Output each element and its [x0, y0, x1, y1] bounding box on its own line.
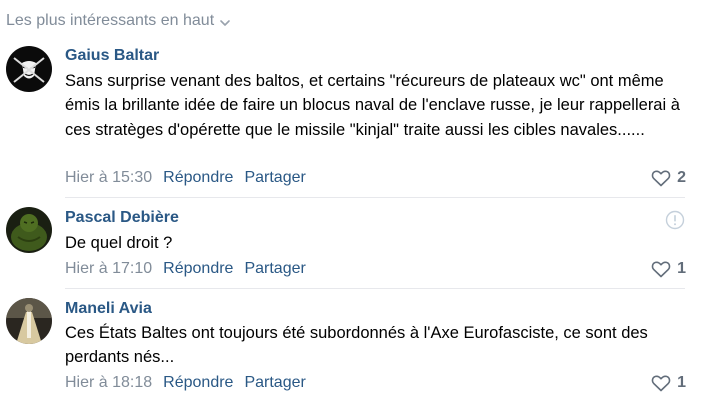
- heart-icon: [651, 260, 671, 278]
- reply-button[interactable]: Répondre: [163, 169, 233, 187]
- like-button[interactable]: 1: [651, 260, 686, 278]
- avatar[interactable]: [6, 298, 52, 344]
- share-button[interactable]: Partager: [244, 260, 305, 278]
- heart-icon: [651, 169, 671, 187]
- avatar[interactable]: [6, 207, 52, 253]
- sort-dropdown[interactable]: Les plus intéressants en haut: [6, 10, 232, 32]
- reply-button[interactable]: Répondre: [163, 260, 233, 278]
- comment-timestamp[interactable]: Hier à 18:18: [65, 374, 152, 392]
- sort-label: Les plus intéressants en haut: [6, 12, 215, 29]
- share-button[interactable]: Partager: [244, 169, 305, 187]
- like-button[interactable]: 1: [651, 374, 686, 392]
- comment-author[interactable]: Maneli Avia: [65, 300, 152, 318]
- reply-button[interactable]: Répondre: [163, 374, 233, 392]
- comment-timestamp[interactable]: Hier à 15:30: [65, 169, 152, 187]
- comment-text: Ces États Baltes ont toujours été subord…: [65, 324, 648, 367]
- like-button[interactable]: 2: [651, 169, 686, 187]
- avatar[interactable]: [6, 46, 52, 92]
- comment-divider: [65, 288, 685, 289]
- like-count: 1: [677, 260, 686, 277]
- like-count: 2: [677, 169, 686, 186]
- share-button[interactable]: Partager: [244, 374, 305, 392]
- like-count: 1: [677, 374, 686, 391]
- comment-author[interactable]: Gaius Baltar: [65, 47, 159, 65]
- heart-icon: [651, 374, 671, 392]
- comment-text: De quel droit ?: [65, 234, 173, 252]
- comment-text: Sans surprise venant des baltos, et cert…: [65, 72, 680, 139]
- comment-divider: [65, 197, 685, 198]
- chevron-down-icon: [218, 16, 232, 30]
- comment-timestamp[interactable]: Hier à 17:10: [65, 260, 152, 278]
- report-icon[interactable]: [665, 210, 685, 230]
- comment-author[interactable]: Pascal Debière: [65, 209, 179, 227]
